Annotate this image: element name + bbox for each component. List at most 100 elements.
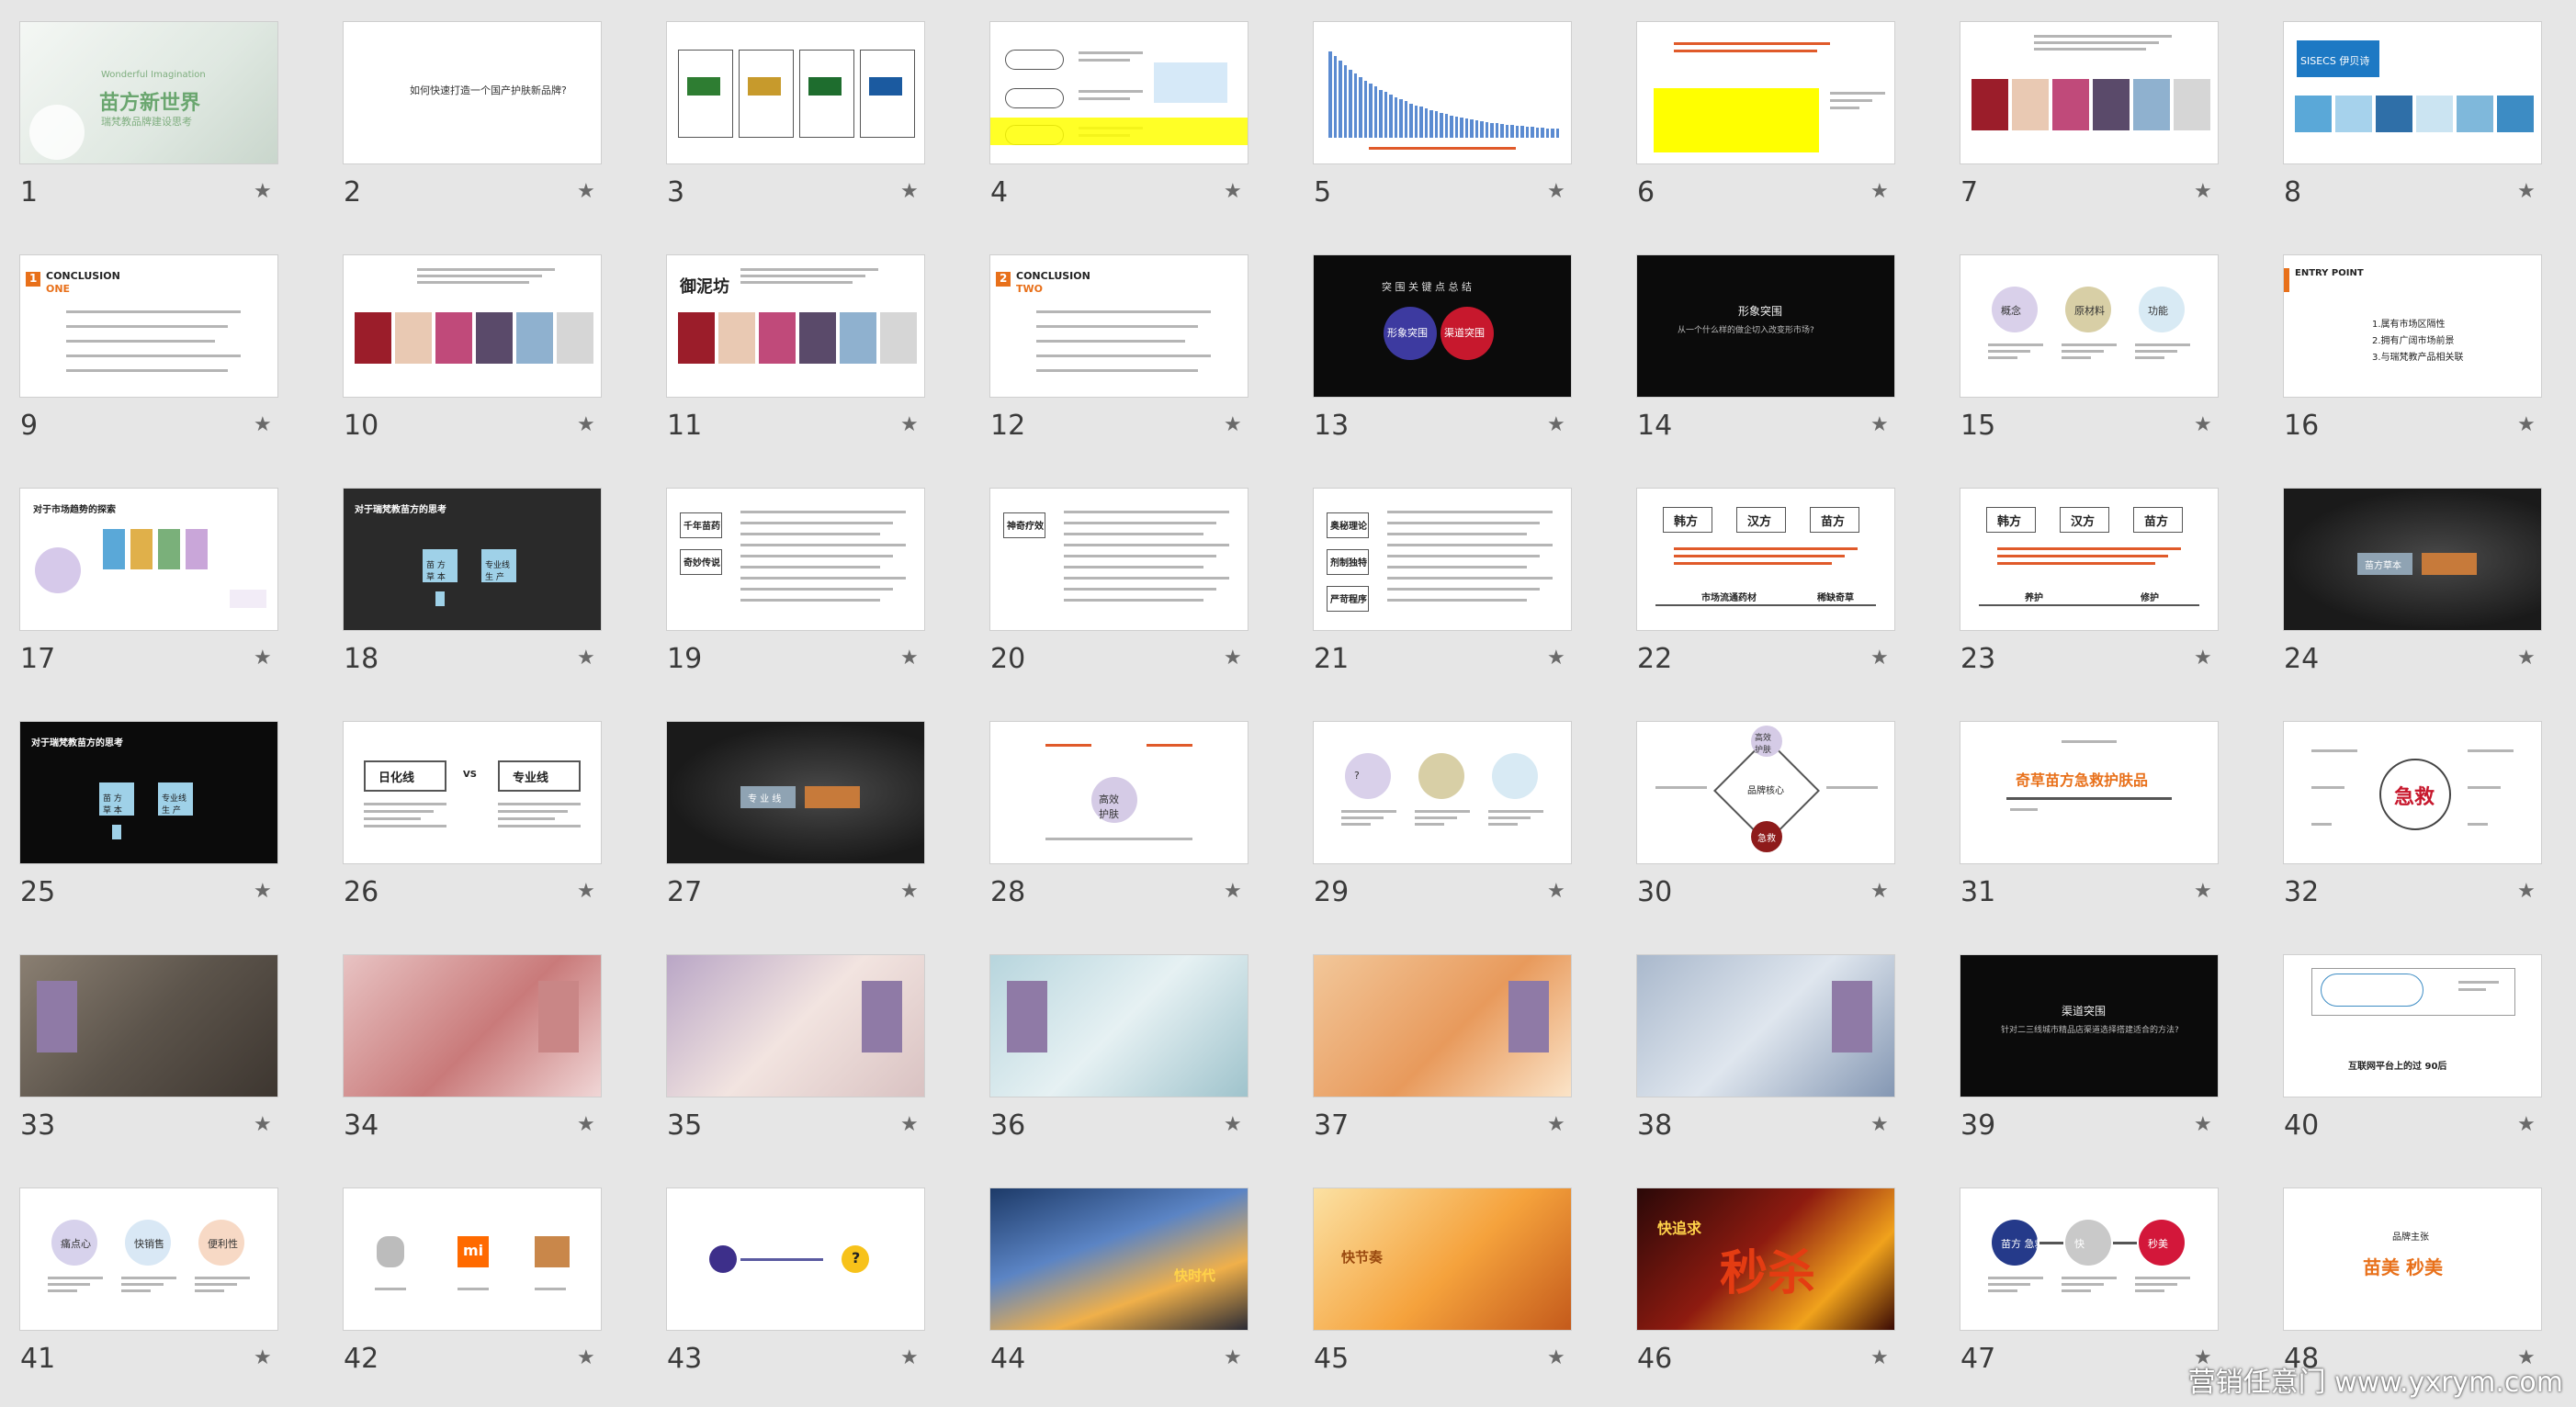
slide-thumbnail[interactable]: 急救 [2284,722,2541,863]
slide-thumbnail[interactable]: 千年苗药 奇妙传说 [667,489,924,630]
slide-thumbnail[interactable] [1314,22,1571,163]
slide-thumbnail[interactable]: 互联网平台上的过 90后 [2284,955,2541,1097]
slide-thumbnail[interactable]: 快追求 秒杀 [1637,1188,1894,1330]
slide-thumbnail[interactable] [667,22,924,163]
animation-star-icon[interactable]: ★ [1224,1346,1242,1369]
slide-tile[interactable]: 5 ★ [1314,22,1617,233]
slide-thumbnail[interactable]: 日化线 专业线 VS [344,722,601,863]
slide-thumbnail[interactable]: 痛点心 快销售 便利性 [20,1188,277,1330]
animation-star-icon[interactable]: ★ [1547,1113,1565,1136]
animation-star-icon[interactable]: ★ [2194,413,2212,436]
slide-thumbnail[interactable]: 韩方 汉方 苗方 养护 修护 [1960,489,2218,630]
slide-tile[interactable]: 7 ★ [1960,22,2264,233]
slide-thumbnail[interactable]: 突 围 关 键 点 总 结形象突围 渠道突围 [1314,255,1571,397]
animation-star-icon[interactable]: ★ [254,647,272,670]
animation-star-icon[interactable]: ★ [900,880,919,903]
slide-tile[interactable]: SISECS 伊贝诗 8 ★ [2284,22,2576,233]
slide-tile[interactable]: 千年苗药 奇妙传说 19 ★ [667,489,970,700]
animation-star-icon[interactable]: ★ [1224,647,1242,670]
slide-tile[interactable]: 高效 护肤 品牌核心 急救 30 ★ [1637,722,1940,933]
slide-thumbnail[interactable]: mi [344,1188,601,1330]
animation-star-icon[interactable]: ★ [254,1113,272,1136]
slide-thumbnail[interactable]: 高效 护肤 [990,722,1248,863]
slide-tile[interactable]: 对于市场趋势的探索 17 ★ [20,489,323,700]
slide-thumbnail[interactable] [1637,955,1894,1097]
slide-tile[interactable]: 概念 原材料 功能 15 ★ [1960,255,2264,467]
animation-star-icon[interactable]: ★ [577,1113,595,1136]
animation-star-icon[interactable]: ★ [2194,1113,2212,1136]
slide-tile[interactable]: 3 ★ [667,22,970,233]
animation-star-icon[interactable]: ★ [900,180,919,203]
animation-star-icon[interactable]: ★ [577,647,595,670]
slide-thumbnail[interactable]: 对于瑞梵教苗方的思考苗 方 草 本 专业线 生 产 [20,722,277,863]
slide-tile[interactable]: 奥秘理论 剂制独特 严苛程序 21 ★ [1314,489,1617,700]
animation-star-icon[interactable]: ★ [2517,413,2536,436]
animation-star-icon[interactable]: ★ [2194,880,2212,903]
slide-thumbnail[interactable]: SISECS 伊贝诗 [2284,22,2541,163]
slide-tile[interactable]: 痛点心 快销售 便利性 41 ★ [20,1188,323,1400]
slide-tile[interactable]: 苗方草本 24 ★ [2284,489,2576,700]
slide-thumbnail[interactable]: 快时代 [990,1188,1248,1330]
animation-star-icon[interactable]: ★ [1547,1346,1565,1369]
slide-thumbnail[interactable] [1637,22,1894,163]
slide-tile[interactable]: 4 ★ [990,22,1294,233]
slide-thumbnail[interactable]: 如何快速打造一个国产护肤新品牌? [344,22,601,163]
slide-tile[interactable]: 34 ★ [344,955,647,1166]
slide-tile[interactable]: 互联网平台上的过 90后 40 ★ [2284,955,2576,1166]
slide-tile[interactable]: 38 ★ [1637,955,1940,1166]
animation-star-icon[interactable]: ★ [2517,647,2536,670]
slide-thumbnail[interactable]: 奥秘理论 剂制独特 严苛程序 [1314,489,1571,630]
animation-star-icon[interactable]: ★ [2517,180,2536,203]
slide-thumbnail[interactable] [344,955,601,1097]
slide-thumbnail[interactable]: 对于瑞梵教苗方的思考苗 方 草 本 专业线 生 产 [344,489,601,630]
slide-tile[interactable]: 对于瑞梵教苗方的思考苗 方 草 本 专业线 生 产 18 ★ [344,489,647,700]
animation-star-icon[interactable]: ★ [1870,413,1889,436]
slide-tile[interactable]: 专 业 线 27 ★ [667,722,970,933]
animation-star-icon[interactable]: ★ [900,1346,919,1369]
slide-tile[interactable]: 渠道突围 针对二三线城市精品店渠道选择搭建适合的方法? 39 ★ [1960,955,2264,1166]
slide-tile[interactable]: 快追求 秒杀 46 ★ [1637,1188,1940,1400]
animation-star-icon[interactable]: ★ [2517,880,2536,903]
animation-star-icon[interactable]: ★ [1224,413,1242,436]
slide-tile[interactable]: 2 CONCLUSION TWO 12 ★ [990,255,1294,467]
animation-star-icon[interactable]: ★ [577,180,595,203]
slide-thumbnail[interactable]: 形象突围 从一个什么样的做企切入改变形市场? [1637,255,1894,397]
animation-star-icon[interactable]: ★ [2194,647,2212,670]
slide-thumbnail[interactable]: 苗方草本 [2284,489,2541,630]
animation-star-icon[interactable]: ★ [577,413,595,436]
animation-star-icon[interactable]: ★ [254,413,272,436]
slide-thumbnail[interactable] [990,22,1248,163]
slide-tile[interactable]: 日化线 专业线 VS 26 ★ [344,722,647,933]
animation-star-icon[interactable]: ★ [254,180,272,203]
slide-tile[interactable]: 对于瑞梵教苗方的思考苗 方 草 本 专业线 生 产 25 ★ [20,722,323,933]
slide-thumbnail[interactable]: 韩方 汉方 苗方 市场流通药材 稀缺奇草 [1637,489,1894,630]
animation-star-icon[interactable]: ★ [254,1346,272,1369]
slide-thumbnail[interactable]: 渠道突围 针对二三线城市精品店渠道选择搭建适合的方法? [1960,955,2218,1097]
animation-star-icon[interactable]: ★ [2517,1113,2536,1136]
animation-star-icon[interactable]: ★ [1547,413,1565,436]
animation-star-icon[interactable]: ★ [1224,880,1242,903]
slide-tile[interactable]: 高效 护肤 28 ★ [990,722,1294,933]
slide-thumbnail[interactable] [1314,955,1571,1097]
animation-star-icon[interactable]: ★ [254,880,272,903]
animation-star-icon[interactable]: ★ [577,880,595,903]
slide-tile[interactable]: 韩方 汉方 苗方 养护 修护 23 ★ [1960,489,2264,700]
animation-star-icon[interactable]: ★ [577,1346,595,1369]
slide-thumbnail[interactable]: 2 CONCLUSION TWO [990,255,1248,397]
slide-thumbnail[interactable]: 御泥坊 [667,255,924,397]
animation-star-icon[interactable]: ★ [1224,180,1242,203]
slide-tile[interactable]: ? 29 ★ [1314,722,1617,933]
animation-star-icon[interactable]: ★ [1870,880,1889,903]
slide-tile[interactable]: 1 CONCLUSION ONE 9 ★ [20,255,323,467]
slide-thumbnail[interactable]: 概念 原材料 功能 [1960,255,2218,397]
slide-tile[interactable]: 韩方 汉方 苗方 市场流通药材 稀缺奇草 22 ★ [1637,489,1940,700]
slide-tile[interactable]: 快时代 44 ★ [990,1188,1294,1400]
slide-tile[interactable]: 奇草苗方急救护肤品 31 ★ [1960,722,2264,933]
slide-thumbnail[interactable] [1960,22,2218,163]
animation-star-icon[interactable]: ★ [2194,180,2212,203]
slide-thumbnail[interactable]: 苗方 急救 美丽快秒美 [1960,1188,2218,1330]
animation-star-icon[interactable]: ★ [1547,180,1565,203]
slide-tile[interactable]: 快节奏 45 ★ [1314,1188,1617,1400]
slide-tile[interactable]: 35 ★ [667,955,970,1166]
animation-star-icon[interactable]: ★ [900,647,919,670]
